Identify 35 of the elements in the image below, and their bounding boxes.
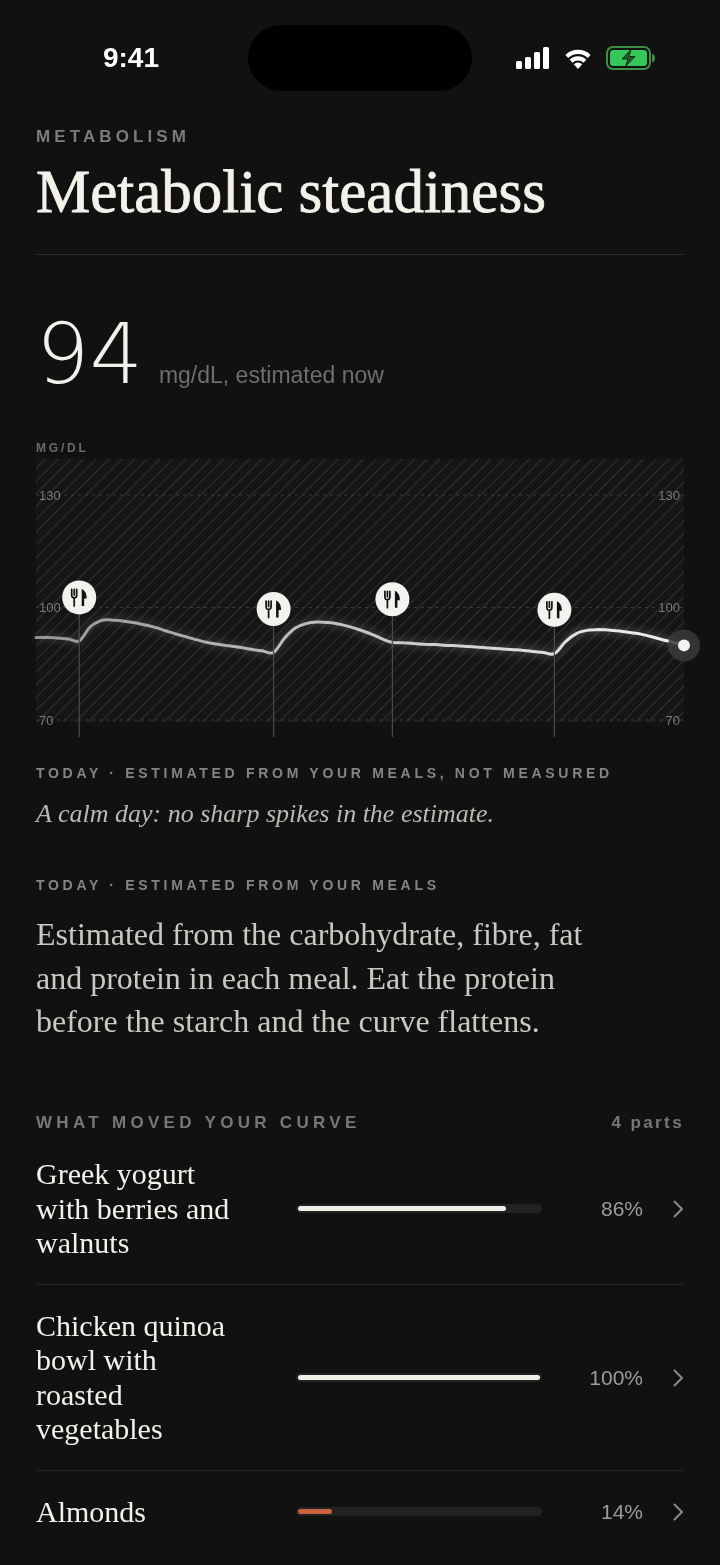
section-label: METABOLISM	[36, 127, 190, 147]
axis-tick-label: 100	[39, 600, 61, 615]
meal-name[interactable]: Almonds	[36, 1494, 146, 1529]
fork-and-knife-icon	[537, 592, 572, 627]
signal-icon	[516, 47, 550, 69]
axis-tick-label: 100	[658, 600, 680, 615]
chevron-icon[interactable]	[673, 1199, 684, 1218]
fork-and-knife-icon	[256, 592, 291, 626]
glucose-value: 94	[36, 310, 143, 398]
explanation-text: Estimated from the carbohydrate, fibre, fat and protein in each meal. Eat the protein before the starch and the curve flattens.	[36, 915, 584, 1041]
chevron-icon[interactable]	[673, 1368, 684, 1387]
axis-unit-label: MG/DL	[36, 441, 89, 455]
fork-and-knife-icon	[375, 582, 410, 617]
glucose-unit-note: mg/dL, estimated now	[158, 362, 384, 389]
meal-name[interactable]: Greek yogurt with berries and walnuts	[36, 1157, 234, 1261]
meal-name[interactable]: Chicken quinoa bowl with roasted vegetables	[36, 1308, 234, 1447]
chart-summary: A calm day: no sharp spikes in the estimate.	[36, 799, 495, 829]
axis-tick-label: 70	[39, 712, 54, 728]
axis-tick-label: 70	[665, 712, 680, 728]
page-title: Metabolic steadiness	[36, 160, 546, 224]
impact-percent: 14%	[600, 1499, 643, 1524]
battery-charging-icon	[606, 46, 656, 70]
current-point-icon	[668, 629, 700, 662]
list-heading: WHAT MOVED YOUR CURVE	[36, 1113, 361, 1133]
impact-percent: 86%	[600, 1196, 643, 1221]
axis-tick-label: 130	[39, 487, 61, 503]
fork-and-knife-icon	[62, 580, 97, 615]
chevron-icon[interactable]	[673, 1502, 684, 1521]
axis-tick-label: 130	[658, 487, 680, 503]
impact-percent: 100%	[589, 1365, 643, 1390]
explanation-caption: TODAY · ESTIMATED FROM YOUR MEALS	[36, 876, 440, 894]
chart-caption: TODAY · ESTIMATED FROM YOUR MEALS, NOT MEASURED	[36, 764, 613, 782]
list-count: 4 parts	[611, 1113, 684, 1133]
status-time: 9:41	[102, 42, 159, 74]
wifi-icon	[563, 47, 593, 69]
